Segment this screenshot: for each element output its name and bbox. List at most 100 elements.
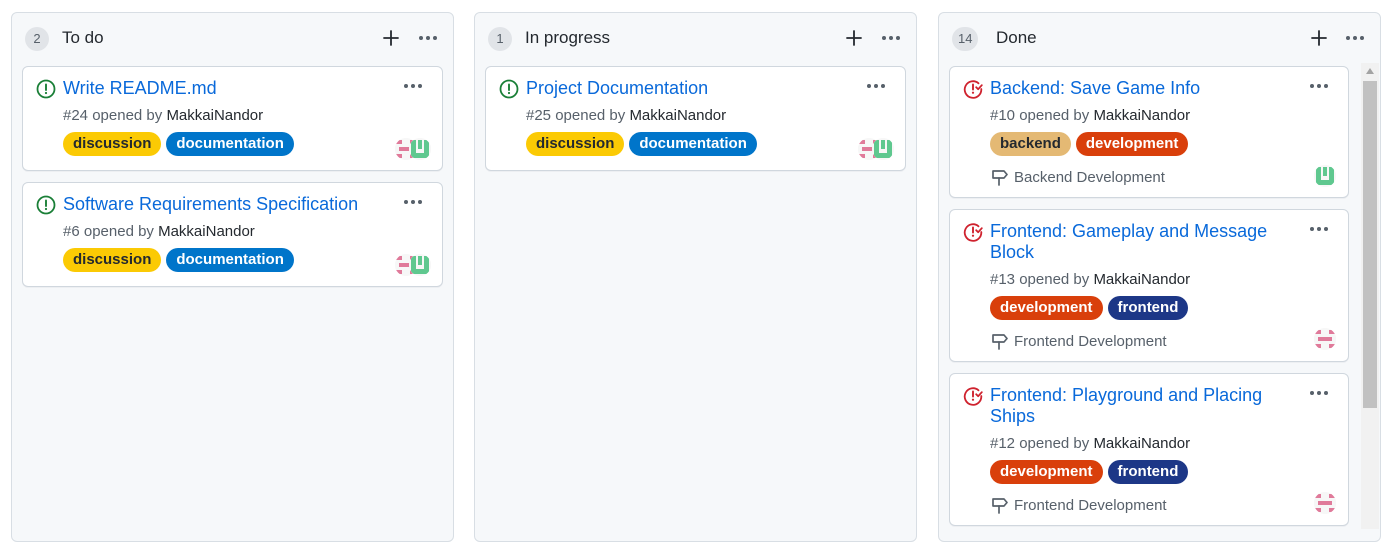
label-list: discussion documentation (526, 132, 757, 156)
milestone-icon (992, 170, 1008, 186)
column-menu-button[interactable] (1344, 27, 1366, 49)
issue-author[interactable]: MakkaiNandor (1093, 435, 1190, 452)
issue-card[interactable]: Project Documentation #25 opened by Makk… (485, 66, 906, 171)
column-in-progress: 1 In progress Project Documentation #25 … (474, 12, 917, 542)
assignee-avatars[interactable] (395, 254, 433, 276)
assignee-avatars[interactable] (858, 138, 896, 160)
label-development[interactable]: development (1075, 132, 1189, 156)
column-header: 2 To do (12, 13, 453, 65)
assignee-avatars[interactable] (395, 138, 433, 160)
label-backend[interactable]: backend (990, 132, 1071, 156)
label-list: discussion documentation (63, 248, 294, 272)
issue-meta: #10 opened by MakkaiNandor (990, 107, 1190, 124)
label-documentation[interactable]: documentation (629, 132, 757, 156)
identicon-green (872, 138, 894, 160)
identicon-green (409, 254, 431, 276)
avatar[interactable] (1314, 328, 1336, 350)
column-done: 14 Done Backend: Save Game Info #10 open… (938, 12, 1381, 542)
card-menu-button[interactable] (867, 84, 885, 88)
column-title: Done (996, 28, 1037, 47)
avatar[interactable] (1314, 165, 1336, 187)
kebab-horizontal-icon (419, 36, 437, 40)
issue-title-link[interactable]: Write README.md (63, 78, 363, 99)
label-list: discussion documentation (63, 132, 294, 156)
identicon-green (1314, 165, 1336, 187)
milestone-link[interactable]: Backend Development (990, 167, 1165, 187)
issue-number-text: #13 opened by (990, 271, 1094, 288)
column-title: In progress (525, 28, 611, 47)
issue-author[interactable]: MakkaiNandor (158, 223, 255, 240)
kebab-horizontal-icon (1346, 36, 1364, 40)
issue-card[interactable]: Software Requirements Specification #6 o… (22, 182, 443, 287)
issue-title-link[interactable]: Backend: Save Game Info (990, 78, 1270, 99)
kebab-horizontal-icon (404, 200, 422, 204)
label-frontend[interactable]: frontend (1107, 296, 1189, 320)
issue-number-text: #10 opened by (990, 107, 1094, 124)
identicon-green (409, 138, 431, 160)
avatar (409, 254, 431, 276)
add-card-button[interactable] (843, 27, 865, 49)
label-list: backend development (990, 132, 1189, 156)
issue-author[interactable]: MakkaiNandor (1093, 271, 1190, 288)
plus-icon (383, 30, 399, 46)
scroll-thumb[interactable] (1363, 81, 1377, 408)
issue-card[interactable]: Backend: Save Game Info #10 opened by Ma… (949, 66, 1349, 198)
add-card-button[interactable] (1308, 27, 1330, 49)
milestone-link[interactable]: Frontend Development (990, 495, 1167, 515)
card-menu-button[interactable] (1310, 391, 1328, 395)
label-frontend[interactable]: frontend (1107, 460, 1189, 484)
add-card-button[interactable] (380, 27, 402, 49)
issue-title-link[interactable]: Software Requirements Specification (63, 194, 363, 215)
column-to-do: 2 To do Write README.md #24 opened by Ma… (11, 12, 454, 542)
issue-title-link[interactable]: Project Documentation (526, 78, 826, 99)
label-list: development frontend (990, 296, 1189, 320)
milestone-title: Frontend Development (1014, 332, 1167, 350)
done-column-scrollbar[interactable] (1361, 63, 1379, 529)
milestone-title: Frontend Development (1014, 496, 1167, 514)
issue-title-link[interactable]: Frontend: Gameplay and Message Block (990, 221, 1270, 263)
issue-card[interactable]: Frontend: Gameplay and Message Block #13… (949, 209, 1349, 362)
issue-author[interactable]: MakkaiNandor (1093, 107, 1190, 124)
column-card-count: 1 (488, 27, 512, 51)
column-card-count: 14 (952, 27, 979, 51)
identicon-pink (1314, 328, 1336, 350)
issue-number-text: #12 opened by (990, 435, 1094, 452)
label-discussion[interactable]: discussion (63, 248, 162, 272)
kebab-horizontal-icon (1310, 391, 1328, 395)
card-menu-button[interactable] (1310, 84, 1328, 88)
issue-title-link[interactable]: Frontend: Playground and Placing Ships (990, 385, 1270, 427)
issue-card[interactable]: Frontend: Playground and Placing Ships #… (949, 373, 1349, 526)
issue-number-text: #6 opened by (63, 223, 159, 240)
milestone-icon (992, 498, 1008, 514)
issue-meta: #12 opened by MakkaiNandor (990, 435, 1190, 452)
avatar (872, 138, 894, 160)
label-documentation[interactable]: documentation (166, 248, 294, 272)
avatar[interactable] (1314, 492, 1336, 514)
label-discussion[interactable]: discussion (63, 132, 162, 156)
card-menu-button[interactable] (1310, 227, 1328, 231)
issue-author[interactable]: MakkaiNandor (629, 107, 726, 124)
plus-icon (846, 30, 862, 46)
milestone-link[interactable]: Frontend Development (990, 331, 1167, 351)
plus-icon (1311, 30, 1327, 46)
scroll-up-button[interactable] (1361, 63, 1379, 79)
card-menu-button[interactable] (404, 200, 422, 204)
issue-opened-icon (499, 79, 519, 99)
label-discussion[interactable]: discussion (526, 132, 625, 156)
kebab-horizontal-icon (882, 36, 900, 40)
column-header: 14 Done (939, 13, 1380, 65)
issue-opened-icon (36, 195, 56, 215)
card-menu-button[interactable] (404, 84, 422, 88)
issue-closed-icon (963, 223, 983, 242)
issue-card[interactable]: Write README.md #24 opened by MakkaiNand… (22, 66, 443, 171)
label-development[interactable]: development (990, 296, 1103, 320)
issue-author[interactable]: MakkaiNandor (166, 107, 263, 124)
column-menu-button[interactable] (417, 27, 439, 49)
issue-meta: #24 opened by MakkaiNandor (63, 107, 263, 124)
issue-opened-icon (36, 79, 56, 99)
label-documentation[interactable]: documentation (166, 132, 294, 156)
column-menu-button[interactable] (880, 27, 902, 49)
label-development[interactable]: development (990, 460, 1103, 484)
kebab-horizontal-icon (1310, 227, 1328, 231)
milestone-icon (992, 334, 1008, 350)
